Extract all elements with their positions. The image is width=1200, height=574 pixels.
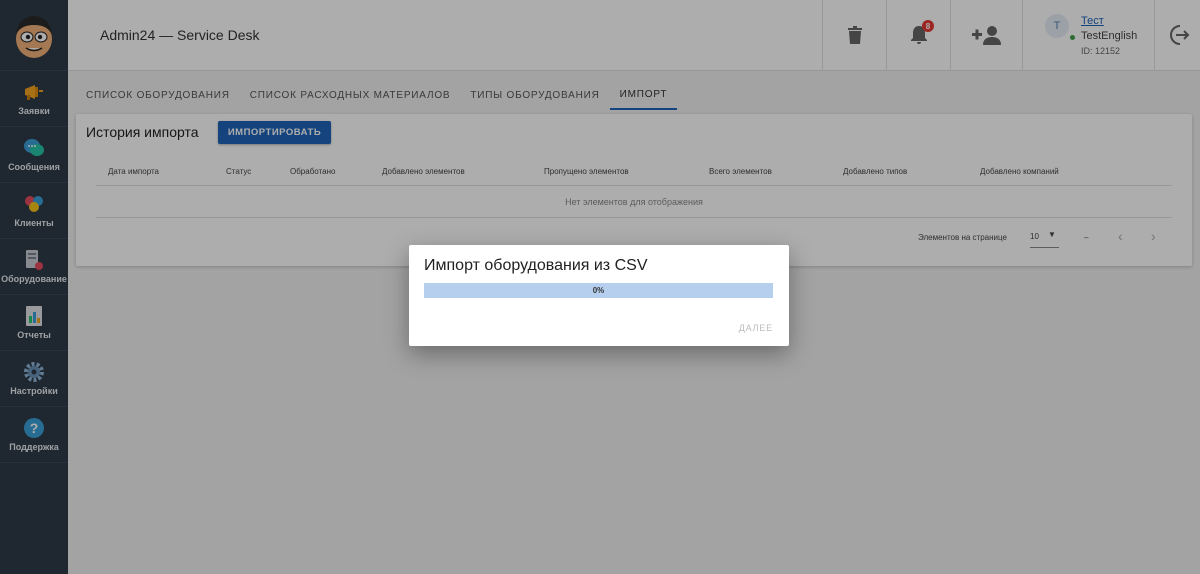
next-button[interactable]: ДАЛЕЕ [739, 323, 773, 333]
progress-label: 0% [592, 286, 605, 295]
import-progress-bar: 0% [424, 283, 773, 298]
dialog-title: Импорт оборудования из CSV [424, 257, 648, 274]
import-csv-dialog: Импорт оборудования из CSV 0% ДАЛЕЕ [409, 245, 789, 346]
